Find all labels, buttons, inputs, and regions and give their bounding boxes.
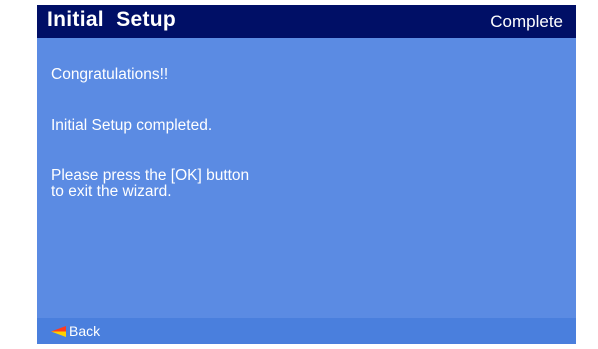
page-title: Initial Setup: [47, 8, 177, 31]
instruction-text: Please press the [OK] button to exit the…: [51, 168, 249, 200]
header-bar: Initial Setup Complete: [37, 5, 576, 38]
instruction-line-2: to exit the wizard.: [51, 183, 172, 200]
back-button[interactable]: Back: [51, 320, 100, 342]
back-label: Back: [69, 323, 101, 339]
back-arrow-icon: [51, 325, 66, 337]
instruction-line-1: Please press the [OK] button: [51, 167, 250, 184]
step-status: Complete: [490, 12, 563, 31]
setup-completed-text: Initial Setup completed.: [51, 117, 213, 134]
congratulations-text: Congratulations!!: [51, 66, 169, 83]
setup-wizard-screen: Initial Setup Complete Congratulations!!…: [37, 5, 576, 344]
footer-bar: Back: [37, 318, 576, 344]
